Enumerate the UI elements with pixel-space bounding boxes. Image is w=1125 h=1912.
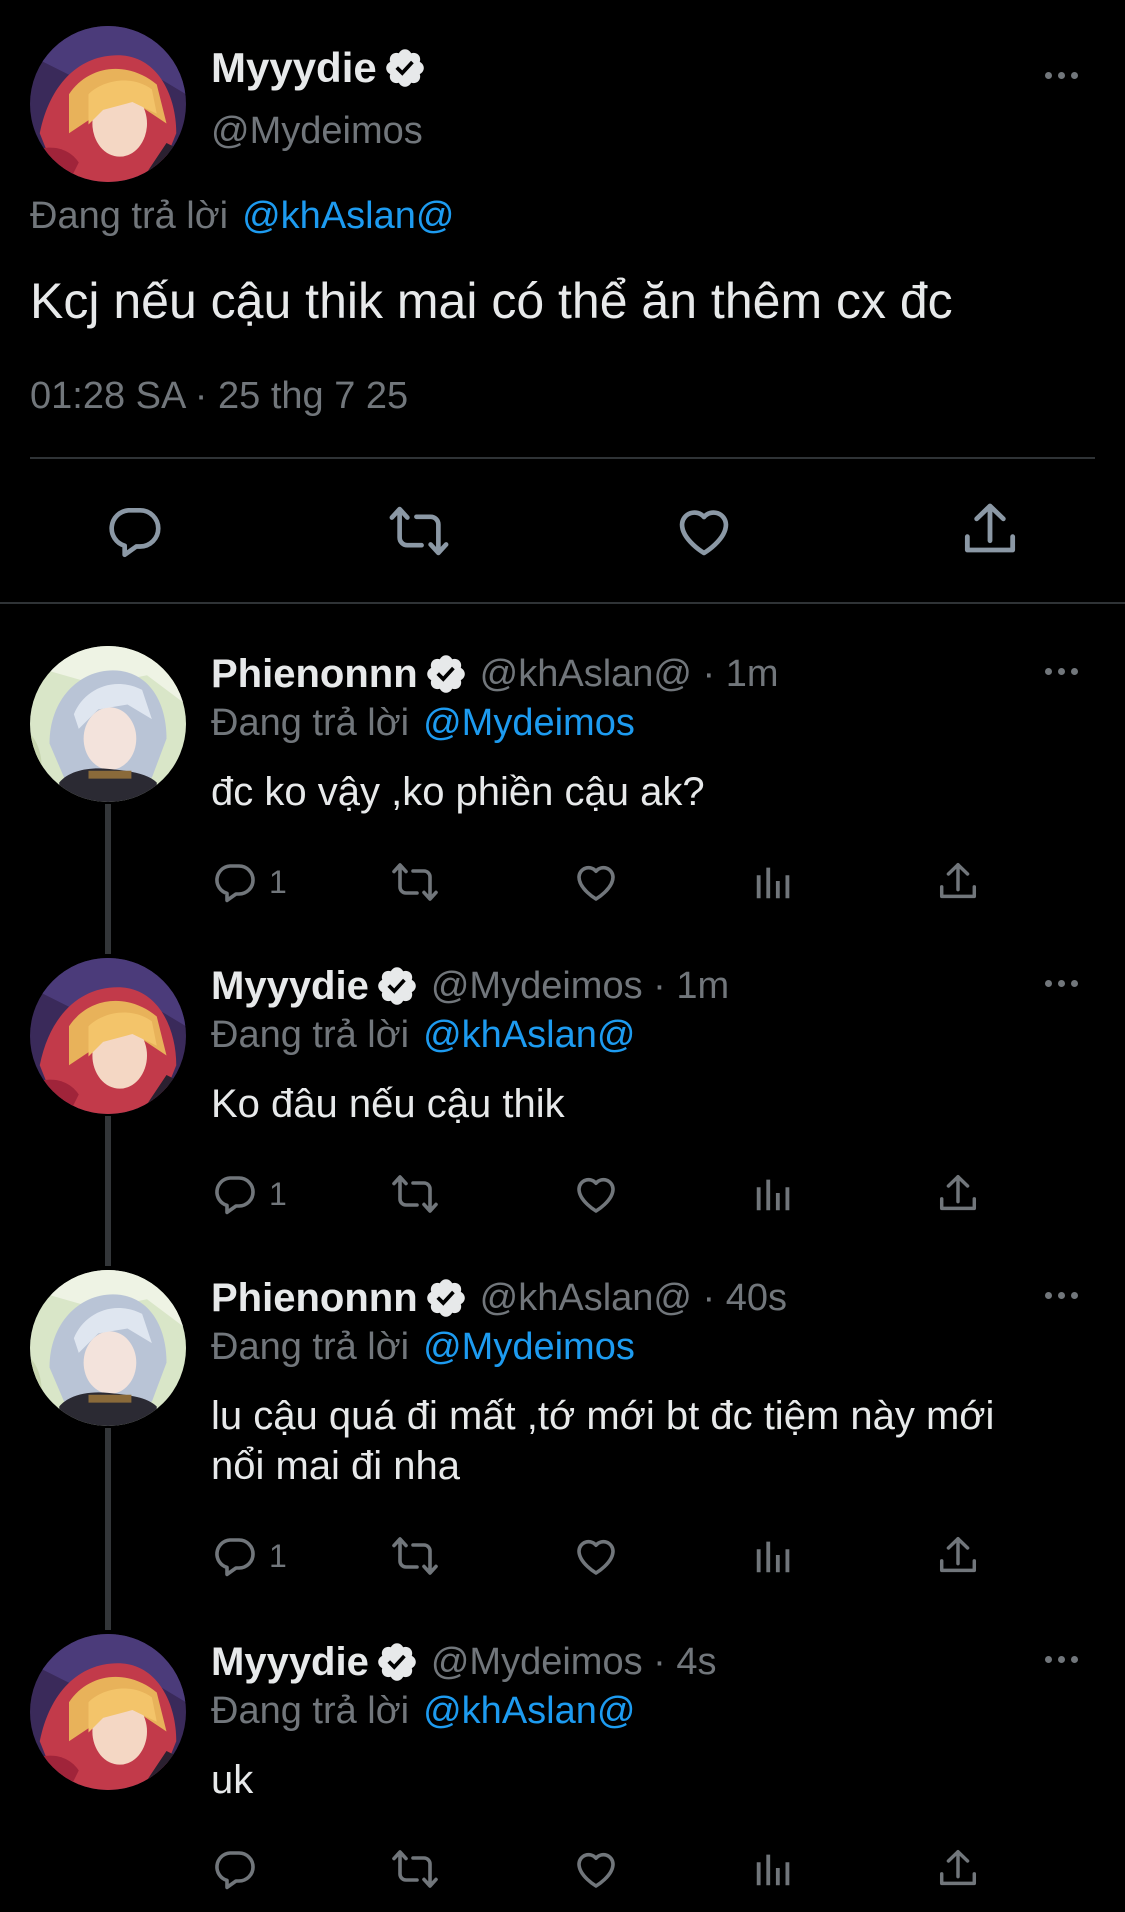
reply-more-icon[interactable] (1045, 980, 1078, 987)
reply-text-line-1: lu cậu quá đi mất ,tớ mới bt đc tiệm này… (211, 1394, 995, 1438)
reply-handle-time[interactable]: @khAslan@ · 1m (480, 653, 779, 696)
retweet-icon[interactable] (389, 1845, 441, 1893)
retweet-icon[interactable] (389, 1532, 441, 1580)
share-icon[interactable] (935, 1532, 981, 1580)
reply-header: Myyydie @Mydeimos · 1m (211, 960, 729, 1012)
retweet-icon[interactable] (386, 500, 452, 562)
reply-display-name[interactable]: Myyydie (211, 1640, 369, 1685)
reply-count: 1 (269, 863, 287, 900)
reply-context-mention[interactable]: @Mydeimos (423, 1326, 635, 1369)
reply-action-bar: 1 (211, 1170, 981, 1218)
views-icon[interactable] (751, 1845, 797, 1893)
main-tweet-reply-context: Đang trả lời @khAslan@ (30, 195, 454, 238)
reply-more-icon[interactable] (1045, 668, 1078, 675)
thread-line (105, 1428, 111, 1630)
share-icon[interactable] (935, 858, 981, 906)
like-icon[interactable] (571, 858, 621, 906)
like-icon[interactable] (672, 500, 736, 562)
reply-more-icon[interactable] (1045, 1292, 1078, 1299)
reply-context: Đang trả lời @Mydeimos (211, 702, 635, 745)
share-icon[interactable] (958, 498, 1022, 562)
reply-context-label: Đang trả lời (211, 1326, 410, 1368)
reply-icon[interactable] (104, 500, 166, 562)
reply-context-mention[interactable]: @khAslan@ (242, 195, 454, 238)
verified-badge-icon (383, 46, 427, 90)
verified-badge-icon (424, 652, 468, 696)
reply-context-label: Đang trả lời (211, 702, 410, 744)
reply-header: Phienonnn @khAslan@ · 40s (211, 1272, 787, 1324)
reply-display-name[interactable]: Phienonnn (211, 652, 418, 697)
reply-avatar[interactable] (30, 1634, 186, 1790)
reply-handle-time[interactable]: @Mydeimos · 1m (431, 965, 729, 1008)
main-tweet-avatar[interactable] (30, 26, 186, 182)
share-icon[interactable] (935, 1170, 981, 1218)
reply-context-mention[interactable]: @khAslan@ (423, 1690, 635, 1733)
verified-badge-icon (375, 964, 419, 1008)
reply-context-label: Đang trả lời (211, 1014, 410, 1056)
views-icon[interactable] (751, 1170, 797, 1218)
views-icon[interactable] (751, 858, 797, 906)
verified-badge-icon (424, 1276, 468, 1320)
reply-text-line-2: nổi mai đi nha (211, 1444, 461, 1488)
retweet-icon[interactable] (389, 858, 441, 906)
reply-more-icon[interactable] (1045, 1656, 1078, 1663)
reply-text: uk (211, 1758, 254, 1802)
like-icon[interactable] (571, 1845, 621, 1893)
main-tweet-display-name[interactable]: Myyydie (211, 44, 377, 92)
main-tweet-timestamp[interactable]: 01:28 SA · 25 thg 7 25 (30, 375, 408, 418)
reply-icon[interactable] (211, 1170, 259, 1218)
share-icon[interactable] (935, 1845, 981, 1893)
main-tweet-author[interactable]: Myyydie (211, 42, 427, 94)
reply-context: Đang trả lời @khAslan@ (211, 1014, 635, 1057)
reply-action-bar: 1 (211, 858, 981, 906)
verified-badge-icon (375, 1640, 419, 1684)
reply-context: Đang trả lời @Mydeimos (211, 1326, 635, 1369)
like-icon[interactable] (571, 1170, 621, 1218)
reply-text: đc ko vậy ,ko phiền cậu ak? (211, 770, 705, 814)
reply-header: Phienonnn @khAslan@ · 1m (211, 648, 779, 700)
reply-icon[interactable] (211, 1532, 259, 1580)
conversation-divider (0, 602, 1125, 604)
reply-count: 1 (269, 1537, 287, 1574)
reply-action-bar (211, 1845, 981, 1893)
main-tweet-more-icon[interactable] (1045, 72, 1078, 79)
reply-display-name[interactable]: Myyydie (211, 964, 369, 1009)
reply-context-label: Đang trả lời (30, 195, 229, 237)
reply-handle-time[interactable]: @Mydeimos · 4s (431, 1641, 717, 1684)
like-icon[interactable] (571, 1532, 621, 1580)
retweet-icon[interactable] (389, 1170, 441, 1218)
reply-header: Myyydie @Mydeimos · 4s (211, 1636, 717, 1688)
reply-text: Ko đâu nếu cậu thik (211, 1082, 565, 1126)
reply-icon[interactable] (211, 1845, 259, 1893)
thread-line (105, 804, 111, 954)
reply-count: 1 (269, 1175, 287, 1212)
reply-avatar[interactable] (30, 958, 186, 1114)
reply-context-label: Đang trả lời (211, 1690, 410, 1732)
reply-icon[interactable] (211, 858, 259, 906)
thread-line (105, 1116, 111, 1266)
reply-context-mention[interactable]: @Mydeimos (423, 702, 635, 745)
reply-handle-time[interactable]: @khAslan@ · 40s (480, 1277, 787, 1320)
main-tweet-divider (30, 457, 1095, 459)
reply-context-mention[interactable]: @khAslan@ (423, 1014, 635, 1057)
main-tweet-handle[interactable]: @Mydeimos (211, 110, 423, 153)
views-icon[interactable] (751, 1532, 797, 1580)
reply-action-bar: 1 (211, 1532, 981, 1580)
reply-avatar[interactable] (30, 1270, 186, 1426)
reply-avatar[interactable] (30, 646, 186, 802)
main-tweet-text: Kcj nếu cậu thik mai có thể ăn thêm cx đ… (30, 273, 953, 329)
reply-display-name[interactable]: Phienonnn (211, 1276, 418, 1321)
reply-context: Đang trả lời @khAslan@ (211, 1690, 635, 1733)
